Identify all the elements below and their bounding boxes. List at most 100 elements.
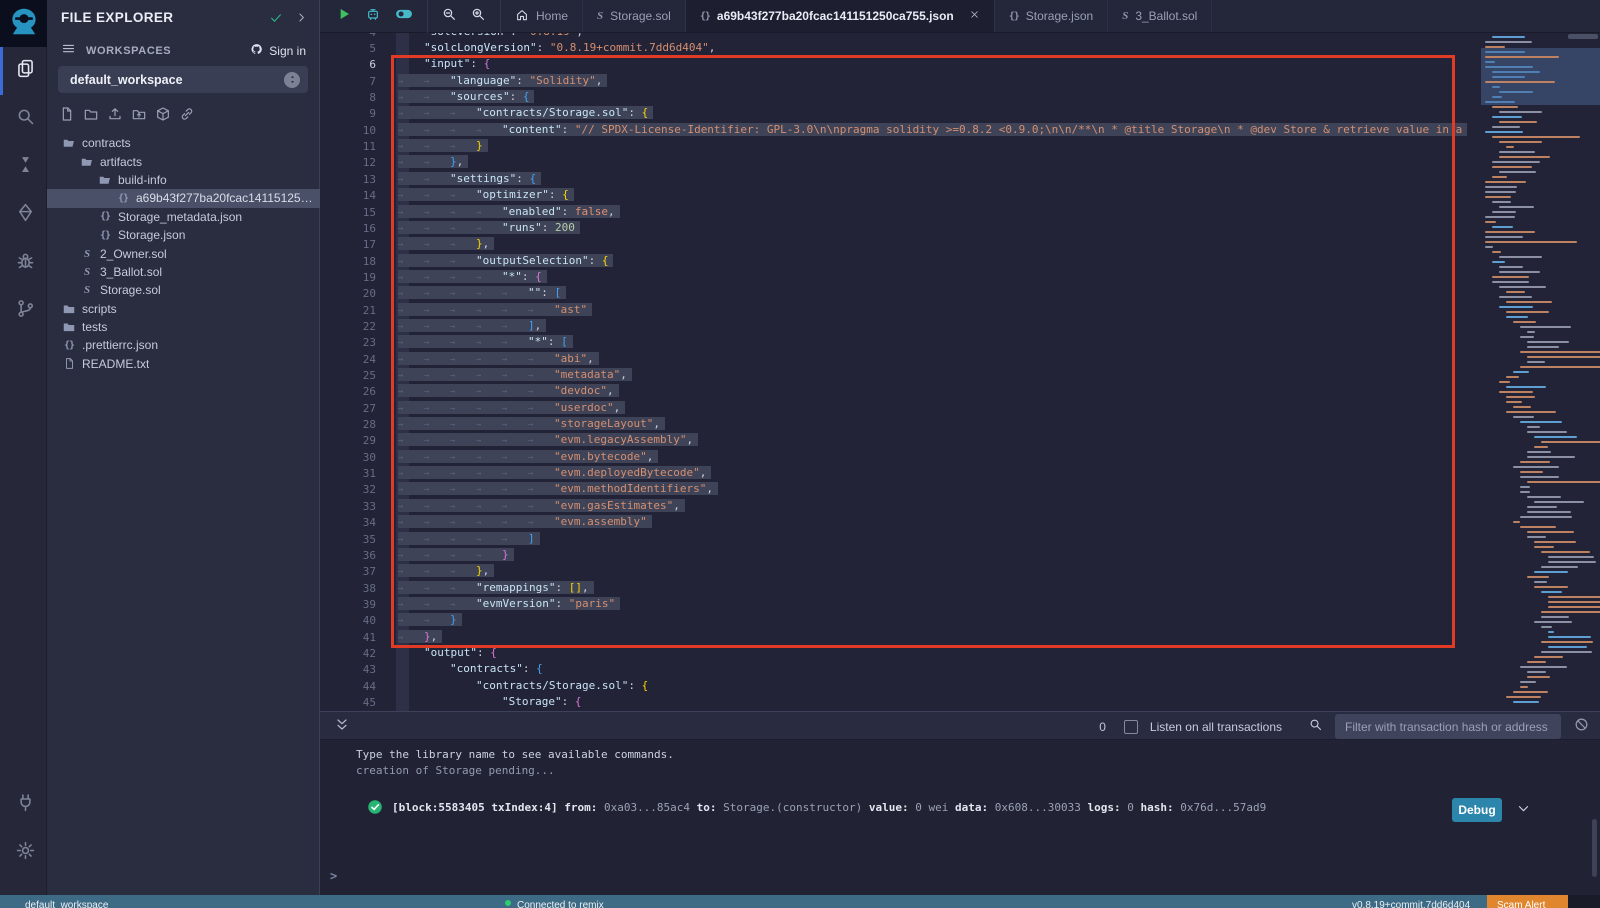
tree-item-storage-metadata-json[interactable]: {}Storage_metadata.json — [47, 208, 320, 226]
run-script-button[interactable] — [336, 6, 352, 27]
publish-to-ipfs-button[interactable] — [155, 106, 171, 127]
code-line-43[interactable]: "contracts": { — [398, 662, 1481, 679]
collapse-terminal-icon[interactable] — [334, 717, 350, 738]
code-line-41[interactable]: →}, — [398, 630, 1481, 647]
code-line-34[interactable]: →→→→→→"evm.assembly" — [398, 515, 1481, 532]
close-tab-icon[interactable] — [969, 9, 980, 23]
zoom-out-button[interactable] — [441, 6, 457, 27]
create-new-file-button[interactable] — [59, 106, 75, 127]
tree-item-3-ballot-sol[interactable]: S3_Ballot.sol — [47, 263, 320, 281]
code-line-21[interactable]: →→→→→→"ast" — [398, 303, 1481, 320]
code-line-20[interactable]: →→→→→"": [ — [398, 286, 1481, 303]
transaction-filter-input[interactable] — [1335, 714, 1561, 739]
code-line-35[interactable]: →→→→→] — [398, 532, 1481, 549]
code-line-8[interactable]: →→"sources": { — [398, 90, 1481, 107]
code-line-18[interactable]: →→→"outputSelection": { — [398, 254, 1481, 271]
copilot-toggle-button[interactable] — [394, 4, 414, 29]
tab-home[interactable]: Home — [501, 0, 583, 32]
tree-item-build-info[interactable]: build-info — [47, 171, 320, 189]
plugin-solidity-compiler[interactable] — [0, 143, 47, 191]
code-line-30[interactable]: →→→→→→"evm.bytecode", — [398, 450, 1481, 467]
code-line-11[interactable]: →→→} — [398, 139, 1481, 156]
tree-item-readme-txt[interactable]: README.txt — [47, 355, 320, 373]
tab-storage-json[interactable]: {}Storage.json — [995, 0, 1108, 32]
plugin-settings[interactable] — [0, 829, 47, 877]
tree-item-storage-sol[interactable]: SStorage.sol — [47, 281, 320, 299]
transaction-log-row[interactable]: [block:5583405 txIndex:4] from: 0xa03...… — [320, 793, 1600, 823]
tree-item-2-owner-sol[interactable]: S2_Owner.sol — [47, 244, 320, 262]
code-line-40[interactable]: →→} — [398, 613, 1481, 630]
code-line-19[interactable]: →→→→"*": { — [398, 270, 1481, 287]
code-line-23[interactable]: →→→→→"*": [ — [398, 335, 1481, 352]
code-line-10[interactable]: →→→→"content": "// SPDX-License-Identifi… — [398, 123, 1481, 140]
code-line-39[interactable]: →→→"evmVersion": "paris" — [398, 597, 1481, 614]
code-line-32[interactable]: →→→→→→"evm.methodIdentifiers", — [398, 482, 1481, 499]
tab-storage-sol[interactable]: SStorage.sol — [583, 0, 686, 32]
code-line-16[interactable]: →→→→"runs": 200 — [398, 221, 1481, 238]
terminal-scrollbar[interactable] — [1592, 819, 1597, 877]
debug-button[interactable]: Debug — [1452, 798, 1502, 822]
tree-item-tests[interactable]: tests — [47, 318, 320, 336]
code-line-13[interactable]: →→"settings": { — [398, 172, 1481, 189]
block-listen-icon[interactable] — [1573, 716, 1590, 738]
code-line-28[interactable]: →→→→→→"storageLayout", — [398, 417, 1481, 434]
code-editor[interactable]: 4567891011121314151617181920212223242526… — [320, 33, 1600, 711]
code-line-12[interactable]: →→}, — [398, 155, 1481, 172]
tab-a69b43f277ba20fcac141151250ca755-json[interactable]: {}a69b43f277ba20fcac141151250ca755.json — [686, 0, 995, 32]
code-line-36[interactable]: →→→→} — [398, 548, 1481, 565]
code-line-31[interactable]: →→→→→→"evm.deployedBytecode", — [398, 466, 1481, 483]
zoom-in-button[interactable] — [470, 6, 486, 27]
plugin-deploy-and-run[interactable] — [0, 191, 47, 239]
remixd-connect-button[interactable] — [365, 6, 381, 27]
code-line-29[interactable]: →→→→→→"evm.legacyAssembly", — [398, 433, 1481, 450]
remix-logo[interactable] — [0, 0, 47, 47]
tab-3-ballot-sol[interactable]: S3_Ballot.sol — [1108, 0, 1212, 32]
import-from-url-button[interactable] — [179, 106, 195, 127]
code-line-24[interactable]: →→→→→→"abi", — [398, 352, 1481, 369]
create-new-folder-button[interactable] — [83, 106, 99, 127]
line-number-45: 45 — [320, 695, 376, 711]
tree-item-storage-json[interactable]: {}Storage.json — [47, 226, 320, 244]
minimap[interactable] — [1481, 33, 1600, 711]
sign-in-button[interactable]: Sign in — [249, 42, 306, 60]
code-line-15[interactable]: →→→→"enabled": false, — [398, 205, 1481, 222]
scrollbar-thumb[interactable] — [1568, 34, 1598, 39]
listen-all-transactions-checkbox[interactable] — [1124, 720, 1138, 734]
terminal-prompt[interactable]: > — [330, 869, 337, 883]
code-line-5[interactable]: "solcLongVersion": "0.8.19+commit.7dd6d4… — [398, 41, 1481, 58]
plugin-debugger[interactable] — [0, 239, 47, 287]
tree-item-artifacts[interactable]: artifacts — [47, 152, 320, 170]
code-line-25[interactable]: →→→→→→"metadata", — [398, 368, 1481, 385]
tree-item-scripts[interactable]: scripts — [47, 300, 320, 318]
code-line-45[interactable]: "Storage": { — [398, 695, 1481, 711]
plugin-git[interactable] — [0, 287, 47, 335]
code-line-17[interactable]: →→→}, — [398, 237, 1481, 254]
code-line-26[interactable]: →→→→→→"devdoc", — [398, 384, 1481, 401]
scam-alert-button[interactable]: Scam Alert — [1487, 895, 1568, 908]
tree-item-contracts[interactable]: contracts — [47, 134, 320, 152]
expand-transaction-icon[interactable] — [1516, 801, 1531, 819]
hamburger-menu-icon[interactable] — [61, 41, 76, 61]
tree-item-a69b43f277ba20fcac141151250ca7-[interactable]: {}a69b43f277ba20fcac141151250ca7... — [47, 189, 320, 207]
plugin-plugin-manager[interactable] — [0, 781, 47, 829]
terminal-body[interactable]: Type the library name to see available c… — [320, 741, 1600, 895]
code-line-27[interactable]: →→→→→→"userdoc", — [398, 401, 1481, 418]
upload-folder-button[interactable] — [131, 106, 147, 127]
code-line-38[interactable]: →→→"remappings": [], — [398, 581, 1481, 598]
code-line-6[interactable]: "input": { — [398, 57, 1481, 74]
tree-item--prettierrc-json[interactable]: {}.prettierrc.json — [47, 336, 320, 354]
code-line-42[interactable]: "output": { — [398, 646, 1481, 663]
code-line-33[interactable]: →→→→→→"evm.gasEstimates", — [398, 499, 1481, 516]
chevron-right-icon[interactable] — [295, 11, 308, 29]
line-number-12: 12 — [320, 155, 376, 172]
code-line-7[interactable]: →→"language": "Solidity", — [398, 74, 1481, 91]
code-line-9[interactable]: →→→"contracts/Storage.sol": { — [398, 106, 1481, 123]
code-line-44[interactable]: "contracts/Storage.sol": { — [398, 679, 1481, 696]
plugin-search-in-files[interactable] — [0, 95, 47, 143]
workspace-selector[interactable]: default_workspace — [58, 66, 308, 93]
upload-files-button[interactable] — [107, 106, 123, 127]
code-line-37[interactable]: →→→}, — [398, 564, 1481, 581]
plugin-file-explorer[interactable] — [0, 47, 47, 95]
code-line-22[interactable]: →→→→→], — [398, 319, 1481, 336]
code-line-14[interactable]: →→→"optimizer": { — [398, 188, 1481, 205]
